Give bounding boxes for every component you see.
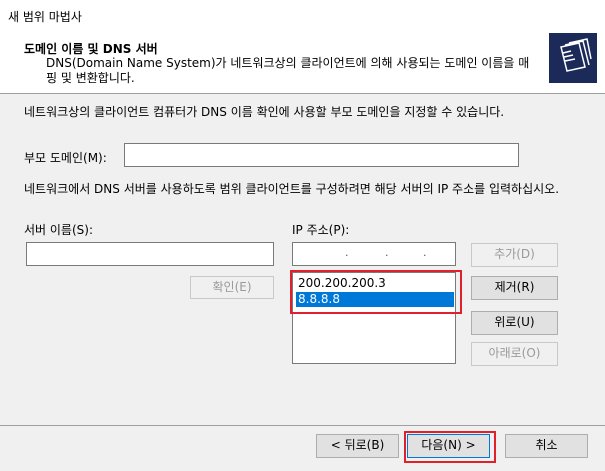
ip-address-label: IP 주소(P): xyxy=(292,223,350,237)
server-name-label: 서버 이름(S): xyxy=(24,223,93,237)
ip-octet-separator-1: . xyxy=(345,246,349,259)
add-button[interactable]: 추가(D) xyxy=(471,243,558,267)
title-bar: 새 범위 마법사 xyxy=(0,0,605,30)
server-name-input[interactable] xyxy=(26,242,274,266)
window-title: 새 범위 마법사 xyxy=(8,10,82,24)
ip-octet-separator-3: . xyxy=(423,246,427,259)
footer-divider xyxy=(0,425,605,426)
back-button[interactable]: < 뒤로(B) xyxy=(316,434,399,458)
wizard-header: 도메인 이름 및 DNS 서버 DNS(Domain Name System)가… xyxy=(0,30,605,94)
ip-octet-separator-2: . xyxy=(385,246,389,259)
header-title: 도메인 이름 및 DNS 서버 xyxy=(24,42,158,56)
move-down-button[interactable]: 아래로(O) xyxy=(471,342,558,366)
move-up-button[interactable]: 위로(U) xyxy=(471,311,558,335)
dns-instructions: 네트워크에서 DNS 서버를 사용하도록 범위 클라이언트를 구성하려면 해당 … xyxy=(24,182,560,196)
highlight-box-ip-list xyxy=(290,270,462,314)
cancel-button[interactable]: 취소 xyxy=(505,434,588,458)
parent-domain-input[interactable] xyxy=(124,143,519,167)
resolve-button[interactable]: 확인(E) xyxy=(190,276,274,299)
header-description: DNS(Domain Name System)가 네트워크상의 클라이언트에 의… xyxy=(46,56,530,85)
parent-domain-label: 부모 도메인(M): xyxy=(24,151,107,165)
remove-button[interactable]: 제거(R) xyxy=(471,276,558,300)
folders-icon xyxy=(549,33,597,83)
intro-text: 네트워크상의 클라이언트 컴퓨터가 DNS 이름 확인에 사용할 부모 도메인을… xyxy=(24,105,505,119)
ip-address-input[interactable]: . . . xyxy=(292,242,456,266)
highlight-box-next xyxy=(404,431,496,463)
